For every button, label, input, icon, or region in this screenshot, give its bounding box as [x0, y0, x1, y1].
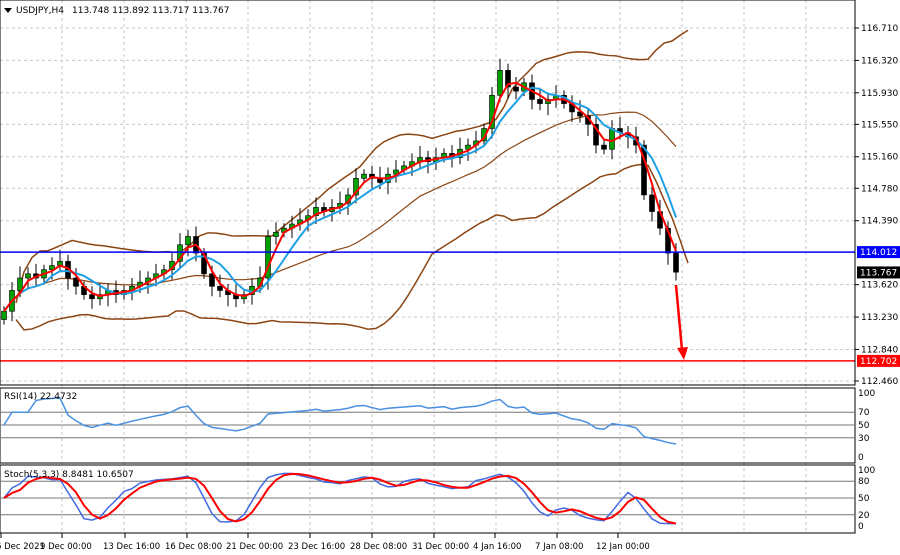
rsi-level-label: 30: [858, 434, 870, 444]
price-label-current: 113.767: [857, 266, 900, 279]
candle: [89, 286, 95, 309]
time-label: 23 Dec 16:00: [288, 542, 345, 552]
svg-text:113.767: 113.767: [860, 268, 897, 278]
candle-body: [209, 273, 215, 287]
price-tick-label: 113.620: [861, 281, 898, 291]
candle: [225, 283, 231, 307]
candle: [601, 140, 607, 155]
candle: [393, 160, 399, 183]
price-tick-label: 116.320: [861, 56, 898, 66]
price-tick-label: 112.460: [861, 377, 898, 387]
grid: [0, 0, 855, 533]
candle-body: [673, 252, 679, 273]
candle: [273, 222, 279, 245]
time-label: 28 Dec 08:00: [350, 542, 407, 552]
candle-body: [217, 286, 223, 291]
stoch-level-label: 50: [858, 494, 870, 504]
chart-window[interactable]: 100 70 50 30 0 100 80 50 20 0 116.710 116.320 115.…: [0, 0, 900, 555]
bollinger-upper: [15, 29, 689, 304]
time-label: 12 Jan 00:00: [596, 542, 650, 552]
candle-body: [361, 173, 367, 179]
price-tick-label: 115.550: [861, 120, 898, 130]
price-tick-label: 113.230: [861, 313, 898, 323]
candle: [545, 92, 551, 116]
stoch-level-label: 0: [858, 522, 864, 532]
price-tick-label: 114.780: [861, 184, 898, 194]
time-label: 7 Jan 08:00: [535, 542, 583, 552]
candle: [457, 137, 463, 165]
time-axis: 6 Dec 20219 Dec 00:00 13 Dec 16:00 16 Dec …: [0, 533, 650, 552]
candle-body: [25, 273, 31, 279]
candle: [25, 267, 31, 290]
rsi-level-label: 50: [858, 421, 870, 431]
stoch-level-label: 100: [858, 466, 875, 476]
stoch-level-label: 80: [858, 477, 870, 487]
candle: [593, 114, 599, 154]
time-label: 4 Jan 16:00: [473, 542, 521, 552]
candle-body: [649, 194, 655, 212]
price-tick-label: 112.840: [861, 345, 898, 355]
candle-body: [273, 232, 279, 237]
candle: [489, 86, 495, 139]
candle-body: [601, 144, 607, 150]
price-label-resistance: 114.012: [857, 246, 900, 259]
time-label: 13 Dec 16:00: [103, 542, 160, 552]
candle: [425, 150, 431, 174]
rsi-line: [3, 397, 677, 445]
candle: [321, 202, 327, 217]
symbol-label: USDJPY,H4: [16, 6, 64, 16]
candle: [513, 77, 519, 100]
svg-text:112.702: 112.702: [860, 357, 897, 367]
price-tick-label: 114.390: [861, 217, 898, 227]
stoch-label: Stoch(5,3,3) 8.8481 10.6507: [4, 470, 134, 480]
candle: [353, 168, 359, 204]
candle-body: [1, 310, 7, 320]
candle-body: [513, 86, 519, 92]
price-axis: 116.710 116.320 115.930 115.550 115.160 114.7…: [855, 24, 898, 387]
candle-body: [17, 277, 23, 291]
candle-body: [89, 294, 95, 300]
chart-canvas[interactable]: 1007050300 1008050200 116.710116.320115.…: [0, 0, 900, 555]
rsi-level-label: 70: [858, 408, 870, 418]
time-label: 31 Dec 00:00: [412, 542, 469, 552]
svg-text:114.012: 114.012: [860, 248, 897, 258]
bollinger-bands: [3, 29, 689, 331]
rsi-label: RSI(14) 22.4732: [4, 392, 77, 402]
candle-body: [497, 70, 503, 96]
candle-body: [609, 128, 615, 150]
time-label: 9 Dec 00:00: [40, 542, 92, 552]
stoch-level-label: 20: [858, 511, 870, 521]
candle-body: [537, 99, 543, 104]
candle-body: [185, 236, 191, 246]
collapse-triangle-icon[interactable]: [4, 8, 12, 13]
price-label-target: 112.702: [857, 354, 900, 367]
price-tick-label: 116.710: [861, 24, 898, 34]
price-tick-label: 115.160: [861, 153, 898, 163]
ohlc-values: 113.748 113.892 113.717 113.767: [72, 6, 229, 16]
rsi-level-label: 0: [858, 453, 864, 463]
candle: [569, 95, 575, 122]
time-label: 16 Dec 08:00: [165, 542, 222, 552]
candle: [177, 233, 183, 269]
candle: [585, 109, 591, 136]
time-label: 21 Dec 00:00: [226, 542, 283, 552]
rsi-level-label: 100: [858, 389, 875, 399]
price-tick-label: 115.930: [861, 89, 898, 99]
time-label: 6 Dec 2021: [0, 542, 45, 552]
